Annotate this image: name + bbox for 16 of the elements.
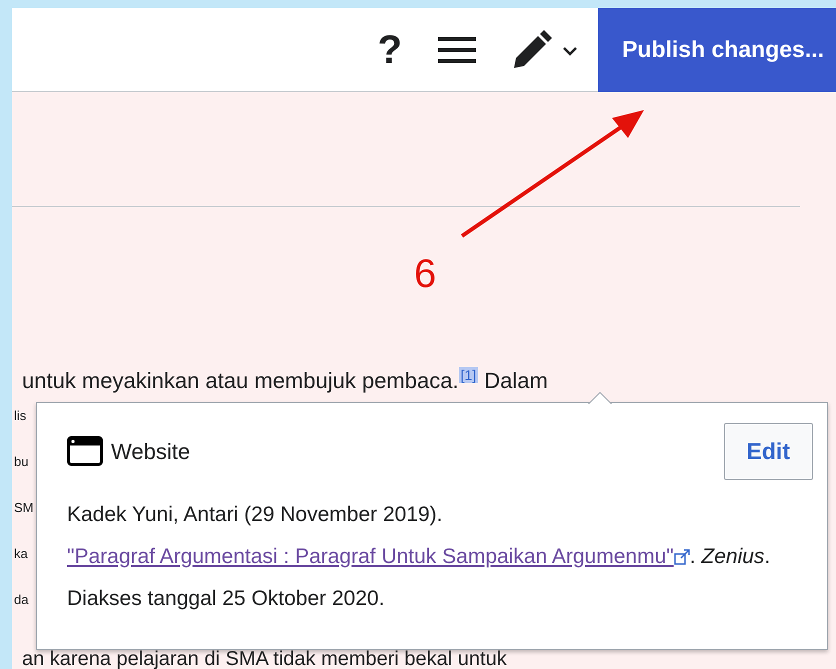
- source-link[interactable]: "Paragraf Argumentasi : Paragraf Untuk Sampaikan Argumenmu": [67, 544, 674, 568]
- external-link-icon: [674, 548, 690, 565]
- article-text: untuk meyakinkan atau membujuk pembaca.$^{[1]}$ Dalam: [22, 366, 548, 395]
- help-button[interactable]: ?: [360, 20, 420, 80]
- annotation-label: 6: [414, 251, 436, 298]
- text-fragment: lis: [14, 408, 28, 424]
- publish-changes-button[interactable]: Publish changes...: [598, 8, 836, 92]
- edit-button[interactable]: Edit: [724, 423, 813, 480]
- citation-type: Website: [111, 438, 190, 466]
- text-fragment: bu: [14, 454, 30, 470]
- browser-window-icon: [67, 436, 103, 466]
- article-text: an karena pelajaran di SMA tidak memberi bekal untuk: [22, 648, 507, 669]
- text-fragment: SM: [14, 500, 34, 516]
- text-fragment: da: [14, 592, 30, 608]
- citation-text: Kadek Yuni, Antari (29 November 2019). "Paragraf Argumentasi : Paragraf Untuk Sampaikan Argumenmu" . Zenius. Diakses tanggal 25 Oktober 2020.: [67, 502, 772, 612]
- text-fragment: ka: [14, 546, 29, 562]
